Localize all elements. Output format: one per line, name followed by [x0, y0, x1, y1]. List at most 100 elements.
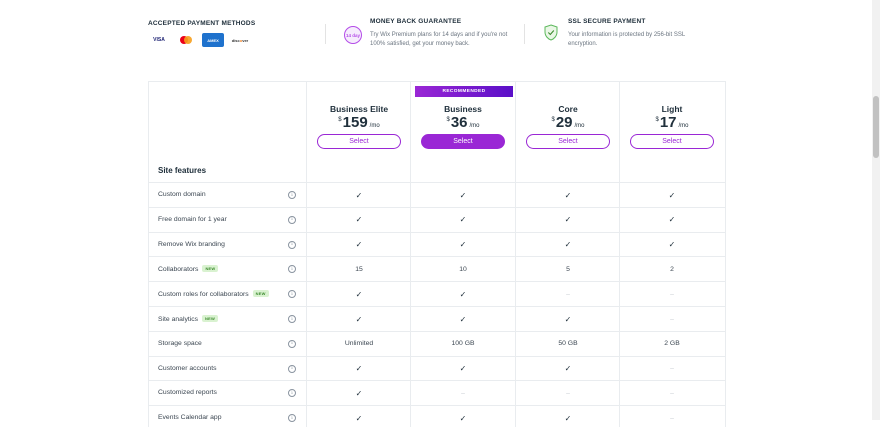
feature-row: Remove Wix branding i ✓ ✓ ✓ ✓	[149, 231, 725, 257]
info-icon[interactable]: i	[288, 240, 296, 249]
feature-row: Site analytics NEW i ✓ ✓ ✓ –	[149, 306, 725, 331]
price-currency: $	[338, 117, 342, 123]
checkmark-icon: ✓	[355, 388, 363, 398]
checkmark-icon: ✓	[459, 190, 467, 200]
price-amount: 29	[555, 114, 573, 131]
select-plan-button[interactable]: Select	[526, 134, 610, 149]
info-icon[interactable]: i	[288, 265, 296, 274]
checkmark-icon: ✓	[668, 190, 676, 200]
info-icon[interactable]: i	[288, 315, 296, 323]
feature-value: 2 GB	[664, 340, 680, 348]
price-period: /mo	[574, 123, 585, 129]
checkmark-icon: ✓	[564, 314, 572, 324]
checkmark-icon: ✓	[355, 215, 363, 225]
checkmark-icon: ✓	[355, 190, 363, 200]
page-scrollbar[interactable]	[872, 0, 880, 420]
checkmark-icon: ✓	[668, 215, 676, 225]
checkmark-icon: ✓	[355, 240, 363, 250]
checkmark-icon: ✓	[564, 364, 572, 374]
not-included-dash: –	[461, 389, 465, 397]
plan-name: Light	[661, 104, 683, 114]
ssl-secure-payment: SSL SECURE PAYMENT Your information is p…	[544, 18, 708, 49]
feature-label: Remove Wix branding	[158, 240, 225, 248]
feature-label: Storage space	[158, 339, 202, 347]
payment-methods: ACCEPTED PAYMENT METHODS VISA AMEX disc o…	[148, 20, 255, 47]
checkmark-icon: ✓	[459, 215, 467, 225]
feature-row: Customer accounts i ✓ ✓ ✓ –	[149, 355, 725, 381]
info-icon[interactable]: i	[288, 389, 296, 398]
price-currency: $	[551, 117, 555, 123]
info-divider	[524, 24, 525, 44]
plan-name: Business Elite	[329, 104, 389, 114]
plan-price: $159/mo	[307, 114, 411, 131]
feature-value: 2	[670, 265, 674, 273]
new-badge: NEW	[202, 265, 219, 273]
not-included-dash: –	[670, 365, 674, 373]
info-icon[interactable]: i	[288, 191, 296, 199]
feature-label: Custom roles for collaborators NEW	[158, 290, 269, 298]
feature-row: Events Calendar app i ✓ ✓ ✓ –	[149, 405, 725, 430]
checkmark-icon: ✓	[459, 364, 467, 374]
checkmark-icon: ✓	[668, 240, 676, 250]
info-icon[interactable]: i	[288, 364, 296, 373]
checkmark-icon: ✓	[459, 314, 467, 324]
plan-comparison-table: Site features Business Elite $159/mo Selec…	[148, 81, 726, 427]
plan-column-light: Light $17/mo Select	[620, 82, 724, 157]
price-amount: 36	[450, 114, 468, 131]
price-amount: 159	[342, 114, 368, 131]
select-plan-button[interactable]: Select	[630, 134, 714, 149]
select-plan-button[interactable]: Select	[421, 134, 505, 149]
checkmark-icon: ✓	[564, 413, 572, 423]
price-amount: 17	[659, 114, 677, 131]
new-badge: NEW	[252, 290, 269, 298]
feature-value: 5	[566, 265, 570, 273]
plan-price: $29/mo	[516, 114, 620, 131]
not-included-dash: –	[670, 315, 674, 323]
checkmark-icon: ✓	[355, 413, 363, 423]
checkmark-icon: ✓	[459, 240, 467, 250]
feature-value: Unlimited	[344, 340, 374, 348]
recommended-ribbon: RECOMMENDED	[415, 86, 513, 97]
price-currency: $	[655, 117, 659, 123]
plan-column-core: Core $29/mo Select	[516, 82, 620, 157]
scrollbar-thumb[interactable]	[873, 96, 879, 158]
visa-card-icon: VISA	[148, 33, 170, 47]
payment-methods-title: ACCEPTED PAYMENT METHODS	[148, 20, 256, 27]
feature-row: Free domain for 1 year i ✓ ✓ ✓ ✓	[149, 206, 725, 232]
checkmark-icon: ✓	[355, 364, 363, 374]
price-currency: $	[446, 117, 450, 123]
feature-label: Collaborators NEW	[158, 265, 219, 273]
not-included-dash: –	[670, 389, 674, 397]
feature-row: Custom domain i ✓ ✓ ✓ ✓	[149, 182, 725, 207]
info-icon[interactable]: i	[288, 215, 296, 224]
feature-row: Customized reports i ✓ – – –	[149, 380, 725, 405]
feature-value: 100 GB	[451, 340, 475, 348]
checkmark-icon: ✓	[564, 190, 572, 200]
price-period: /mo	[469, 123, 480, 129]
plan-price: $36/mo	[411, 114, 515, 131]
not-included-dash: –	[670, 414, 674, 422]
ssl-title: SSL SECURE PAYMENT	[568, 18, 646, 25]
discover-card-icon: disc o ver	[229, 33, 251, 47]
amex-card-icon: AMEX	[202, 33, 224, 47]
section-title-site-features: Site features	[158, 166, 207, 175]
plan-column-business-elite: Business Elite $159/mo Select	[307, 82, 411, 157]
feature-label: Customer accounts	[158, 364, 217, 372]
new-badge: NEW	[202, 315, 218, 322]
feature-value: 15	[355, 265, 363, 273]
info-icon[interactable]: i	[288, 290, 296, 299]
select-plan-button[interactable]: Select	[317, 134, 401, 149]
info-icon[interactable]: i	[288, 339, 296, 348]
ssl-description: Your information is protected by 256-bit…	[568, 32, 685, 47]
info-divider	[325, 24, 326, 44]
feature-label: Free domain for 1 year	[158, 215, 227, 223]
not-included-dash: –	[566, 389, 570, 397]
checkmark-icon: ✓	[564, 215, 572, 225]
checkmark-icon: ✓	[459, 413, 467, 423]
fourteen-day-badge-icon: 14 day	[344, 26, 362, 44]
checkmark-icon: ✓	[355, 289, 363, 299]
info-icon[interactable]: i	[288, 414, 296, 423]
feature-label: Site analytics NEW	[158, 315, 218, 323]
money-back-guarantee: 14 day MONEY BACK GUARANTEE Try Wix Prem…	[344, 18, 510, 49]
not-included-dash: –	[566, 290, 570, 298]
